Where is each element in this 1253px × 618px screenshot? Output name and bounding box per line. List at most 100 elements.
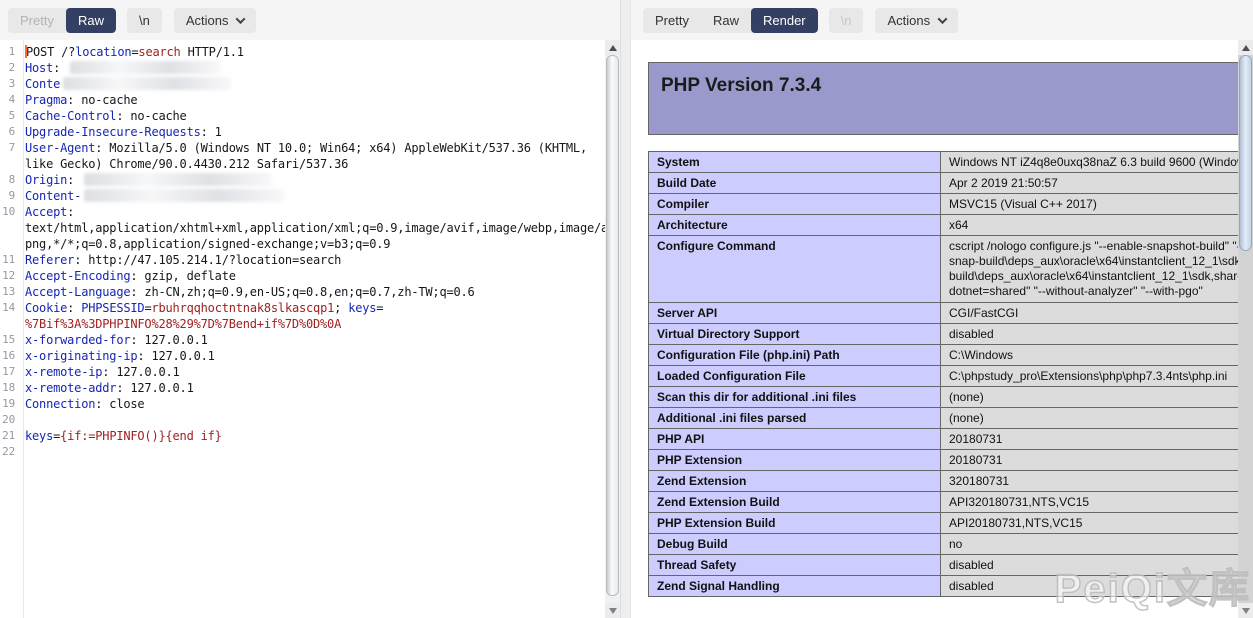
actions-button[interactable]: Actions bbox=[875, 8, 958, 33]
scrollbar-thumb[interactable] bbox=[1239, 55, 1252, 251]
pretty-button[interactable]: Pretty bbox=[643, 8, 701, 33]
code-segment: Conte bbox=[25, 77, 60, 91]
phpinfo-title: PHP Version 7.3.4 bbox=[661, 75, 1241, 97]
line-number: 13 bbox=[0, 284, 18, 300]
code-segment: like Gecko) Chrome/90.0.4430.212 Safari/… bbox=[25, 157, 348, 171]
row-value: 20180731 bbox=[941, 429, 1253, 450]
code-segment: search bbox=[138, 45, 180, 59]
line-number: 11 bbox=[0, 252, 18, 268]
code-segment: : bbox=[53, 61, 67, 75]
response-pane: Pretty Raw Render \n Actions PHP Version… bbox=[631, 0, 1253, 618]
request-line: 21keys={if:=PHPINFO()}{end if} bbox=[0, 428, 620, 444]
code-segment: keys bbox=[25, 429, 53, 443]
row-value: disabled bbox=[941, 324, 1253, 345]
line-number: 2 bbox=[0, 60, 18, 76]
table-row: SystemWindows NT iZ4q8e0uxq38naZ 6.3 bui… bbox=[649, 152, 1253, 173]
response-toolbar: Pretty Raw Render \n Actions bbox=[631, 0, 1253, 40]
table-row: Debug Buildno bbox=[649, 534, 1253, 555]
line-number: 8 bbox=[0, 172, 18, 188]
request-line: 9Content- bbox=[0, 188, 620, 204]
redacted-value bbox=[63, 77, 231, 90]
line-text: POST /?location=search HTTP/1.1 bbox=[18, 44, 244, 60]
request-line: 4Pragma: no-cache bbox=[0, 92, 620, 108]
row-label: Loaded Configuration File bbox=[649, 366, 941, 387]
line-number: 16 bbox=[0, 348, 18, 364]
row-label: Additional .ini files parsed bbox=[649, 408, 941, 429]
request-line: 3Conte bbox=[0, 76, 620, 92]
pane-divider[interactable] bbox=[620, 0, 631, 618]
code-segment: Host bbox=[25, 61, 53, 75]
code-segment: : no-cache bbox=[67, 93, 137, 107]
table-row: Zend Extension320180731 bbox=[649, 471, 1253, 492]
row-label: PHP Extension Build bbox=[649, 513, 941, 534]
request-scrollbar[interactable] bbox=[605, 40, 620, 618]
scroll-down-icon[interactable] bbox=[1238, 603, 1253, 618]
code-segment: Accept-Encoding bbox=[25, 269, 130, 283]
row-label: PHP API bbox=[649, 429, 941, 450]
line-number bbox=[0, 236, 18, 252]
table-row: PHP Extension BuildAPI20180731,NTS,VC15 bbox=[649, 513, 1253, 534]
request-pane: Pretty Raw \n Actions 1POST /?location=s… bbox=[0, 0, 620, 618]
line-text bbox=[18, 444, 32, 460]
row-value: Windows NT iZ4q8e0uxq38naZ 6.3 build 960… bbox=[941, 152, 1253, 173]
phpinfo-table: SystemWindows NT iZ4q8e0uxq38naZ 6.3 bui… bbox=[648, 151, 1253, 597]
table-row: Architecturex64 bbox=[649, 215, 1253, 236]
code-segment: ; bbox=[334, 301, 348, 315]
request-line: png,*/*;q=0.8,application/signed-exchang… bbox=[0, 236, 620, 252]
row-value: cscript /nologo configure.js "--enable-s… bbox=[941, 236, 1253, 303]
code-segment: Accept bbox=[25, 205, 67, 219]
row-value: disabled bbox=[941, 555, 1253, 576]
scrollbar-thumb[interactable] bbox=[606, 55, 619, 596]
raw-button[interactable]: Raw bbox=[701, 8, 751, 33]
scroll-up-icon[interactable] bbox=[605, 40, 620, 55]
table-row: Loaded Configuration FileC:\phpstudy_pro… bbox=[649, 366, 1253, 387]
actions-button[interactable]: Actions bbox=[174, 8, 257, 33]
code-segment: PHPSESSID bbox=[81, 301, 144, 315]
redacted-value bbox=[70, 61, 220, 74]
row-label: Server API bbox=[649, 303, 941, 324]
request-line: 17x-remote-ip: 127.0.0.1 bbox=[0, 364, 620, 380]
scroll-down-icon[interactable] bbox=[605, 603, 620, 618]
row-label: Configuration File (php.ini) Path bbox=[649, 345, 941, 366]
table-row: Server APICGI/FastCGI bbox=[649, 303, 1253, 324]
code-segment: Referer bbox=[25, 253, 74, 267]
request-editor[interactable]: 1POST /?location=search HTTP/1.12 Host: 3… bbox=[0, 40, 620, 618]
scroll-up-icon[interactable] bbox=[1238, 40, 1253, 55]
code-segment: : 127.0.0.1 bbox=[116, 381, 193, 395]
row-label: Thread Safety bbox=[649, 555, 941, 576]
row-value: CGI/FastCGI bbox=[941, 303, 1253, 324]
table-row: Zend Extension BuildAPI320180731,NTS,VC1… bbox=[649, 492, 1253, 513]
line-number bbox=[0, 220, 18, 236]
code-segment: : bbox=[67, 173, 81, 187]
render-button[interactable]: Render bbox=[751, 8, 818, 33]
line-number: 20 bbox=[0, 412, 18, 428]
response-scrollbar[interactable] bbox=[1238, 40, 1253, 618]
code-segment: POST /? bbox=[26, 45, 75, 59]
row-value: API20180731,NTS,VC15 bbox=[941, 513, 1253, 534]
redacted-value bbox=[84, 189, 284, 202]
line-number: 14 bbox=[0, 300, 18, 316]
phpinfo-header: PHP Version 7.3.4 bbox=[648, 62, 1242, 135]
code-segment: : no-cache bbox=[116, 109, 186, 123]
row-value: 320180731 bbox=[941, 471, 1253, 492]
line-number: 1 bbox=[0, 44, 18, 60]
request-line: %7Bif%3A%3DPHPINFO%28%29%7D%7Bend+if%7D%… bbox=[0, 316, 620, 332]
code-segment: x-remote-addr bbox=[25, 381, 116, 395]
line-number: 9 bbox=[0, 188, 18, 204]
table-row: Configure Commandcscript /nologo configu… bbox=[649, 236, 1253, 303]
actions-label: Actions bbox=[887, 13, 930, 28]
code-segment: HTTP/1.1 bbox=[181, 45, 244, 59]
request-line: 22 bbox=[0, 444, 620, 460]
line-number: 19 bbox=[0, 396, 18, 412]
code-segment: keys bbox=[348, 301, 376, 315]
pretty-button[interactable]: Pretty bbox=[8, 8, 66, 33]
line-number: 12 bbox=[0, 268, 18, 284]
newline-toggle-button[interactable]: \n bbox=[127, 8, 162, 33]
code-segment: : close bbox=[95, 397, 144, 411]
line-text: Origin: bbox=[18, 172, 272, 188]
row-label: Build Date bbox=[649, 173, 941, 194]
line-text bbox=[18, 412, 32, 428]
raw-button[interactable]: Raw bbox=[66, 8, 116, 33]
line-number bbox=[0, 156, 18, 172]
code-segment: Upgrade-Insecure-Requests bbox=[25, 125, 201, 139]
